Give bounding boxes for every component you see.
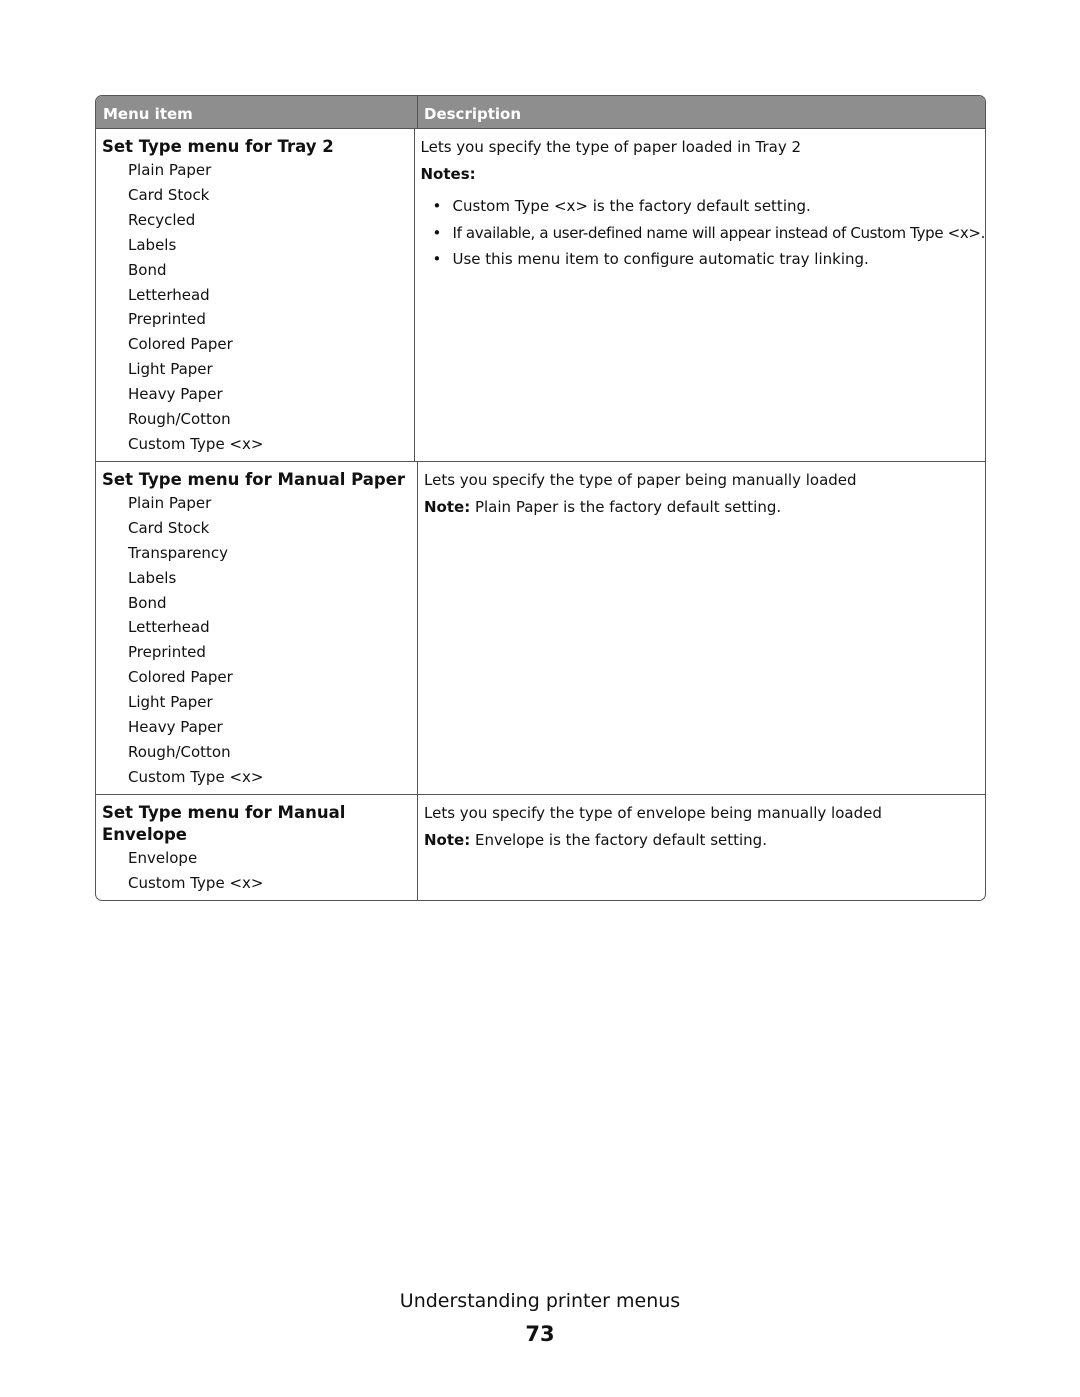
- description-text: Lets you specify the type of envelope be…: [424, 803, 882, 822]
- menu-option: Preprinted: [128, 643, 206, 662]
- menu-option: Bond: [128, 593, 167, 612]
- menu-option: Transparency: [128, 543, 229, 562]
- table-row: Set Type menu for Tray 2 Plain Paper Car…: [96, 129, 985, 462]
- description-text: Lets you specify the type of paper being…: [424, 470, 857, 489]
- table-row: Set Type menu for Manual Paper Plain Pap…: [96, 461, 985, 795]
- menu-option: Custom Type <x>: [128, 873, 264, 892]
- menu-option: Bond: [128, 260, 167, 279]
- menu-option: Custom Type <x>: [128, 434, 264, 453]
- menu-item-cell: Set Type menu for Manual Envelope Envelo…: [96, 794, 418, 900]
- section-title: Understanding printer menus: [399, 1290, 681, 1312]
- description-text: Lets you specify the type of paper loade…: [420, 138, 802, 156]
- notes-list: Custom Type <x> is the factory default s…: [421, 193, 986, 273]
- page-number: 73: [525, 1322, 555, 1346]
- note-item: Use this menu item to configure automati…: [433, 246, 986, 273]
- menu-option: Heavy Paper: [128, 718, 223, 737]
- menu-option: Preprinted: [128, 310, 206, 329]
- description-cell: Lets you specify the type of paper being…: [418, 462, 985, 794]
- note: Note: Envelope is the factory default se…: [424, 831, 985, 849]
- menu-option: Card Stock: [128, 518, 210, 537]
- menu-option: Plain Paper: [128, 493, 212, 512]
- menu-item-cell: Set Type menu for Tray 2 Plain Paper Car…: [96, 129, 415, 461]
- menu-option: Labels: [128, 235, 177, 254]
- menu-option: Colored Paper: [128, 668, 233, 687]
- note-label: Note:: [424, 830, 471, 849]
- menu-option: Envelope: [128, 848, 198, 867]
- note-item: Custom Type <x> is the factory default s…: [433, 193, 986, 220]
- menu-option: Colored Paper: [128, 335, 233, 354]
- menu-option: Rough/Cotton: [128, 410, 231, 429]
- menu-item-title: Set Type menu for Tray 2: [102, 137, 334, 156]
- note-text: Plain Paper is the factory default setti…: [470, 497, 782, 516]
- menu-option: Rough/Cotton: [128, 742, 231, 761]
- menu-option: Letterhead: [128, 618, 210, 637]
- description-cell: Lets you specify the type of paper loade…: [415, 129, 986, 461]
- note-label: Note:: [424, 497, 471, 516]
- table-header: Menu item Description: [96, 96, 985, 129]
- description-cell: Lets you specify the type of envelope be…: [418, 795, 985, 900]
- note-text: Envelope is the factory default setting.: [470, 830, 767, 849]
- menu-item-title: Set Type menu for Manual Paper: [102, 469, 406, 489]
- notes-heading: Notes:: [420, 165, 476, 183]
- menu-option: Light Paper: [128, 360, 213, 379]
- menu-option: Card Stock: [128, 185, 210, 204]
- note-item: If available, a user-defined name will a…: [433, 220, 986, 247]
- menu-option: Light Paper: [128, 693, 213, 712]
- menu-option: Recycled: [128, 210, 196, 229]
- header-description: Description: [424, 105, 522, 123]
- menu-option: Heavy Paper: [128, 385, 223, 404]
- menu-option: Letterhead: [128, 285, 210, 304]
- menu-table: Menu item Description Set Type menu for …: [95, 95, 986, 901]
- menu-item-cell: Set Type menu for Manual Paper Plain Pap…: [96, 461, 418, 794]
- menu-item-title: Set Type menu for Manual Envelope: [102, 802, 346, 844]
- header-menu-item: Menu item: [96, 96, 418, 128]
- menu-option: Labels: [128, 568, 177, 587]
- table-row: Set Type menu for Manual Envelope Envelo…: [96, 794, 985, 900]
- menu-option: Custom Type <x>: [128, 767, 264, 786]
- note: Note: Plain Paper is the factory default…: [424, 498, 985, 516]
- menu-option: Plain Paper: [128, 161, 212, 179]
